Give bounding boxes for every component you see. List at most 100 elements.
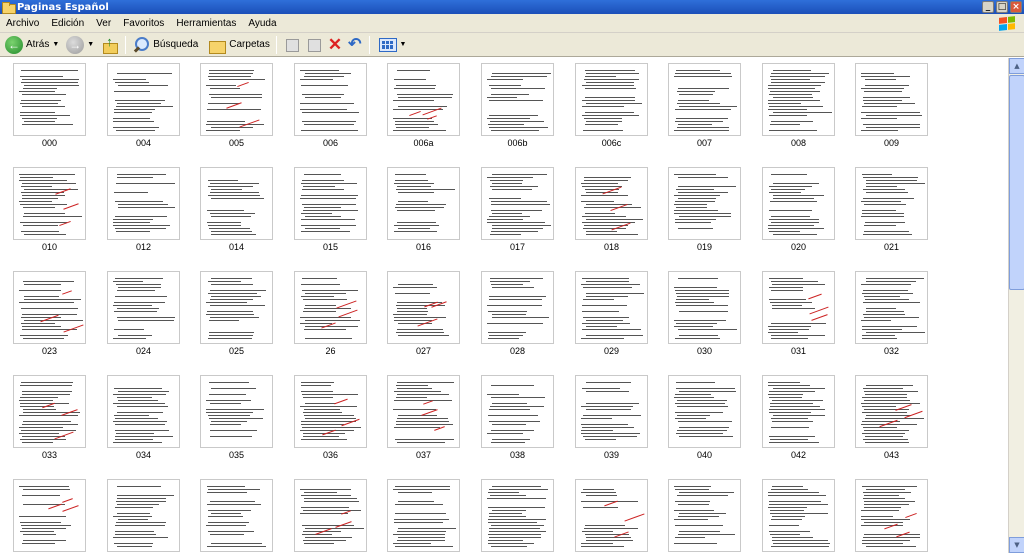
- file-thumbnail[interactable]: 26: [294, 271, 367, 363]
- file-thumbnail[interactable]: [200, 479, 273, 553]
- page-preview: [668, 271, 741, 344]
- file-thumbnail[interactable]: 014: [200, 167, 273, 259]
- page-preview: [575, 63, 648, 136]
- file-thumbnail[interactable]: 030: [668, 271, 741, 363]
- file-thumbnail[interactable]: 000: [13, 63, 86, 155]
- chevron-down-icon[interactable]: ▼: [400, 41, 407, 48]
- folder-icon: [2, 2, 16, 14]
- file-thumbnail[interactable]: 010: [13, 167, 86, 259]
- menu-archivo[interactable]: Archivo: [0, 18, 45, 29]
- file-thumbnail[interactable]: [481, 479, 554, 553]
- file-thumbnail[interactable]: 018: [575, 167, 648, 259]
- menu-favoritos[interactable]: Favoritos: [117, 18, 170, 29]
- file-thumbnail[interactable]: 043: [855, 375, 928, 467]
- file-thumbnail[interactable]: 035: [200, 375, 273, 467]
- file-thumbnail[interactable]: 024: [107, 271, 180, 363]
- file-thumbnail[interactable]: 016: [387, 167, 460, 259]
- menu-bar: Archivo Edición Ver Favoritos Herramient…: [0, 14, 1024, 33]
- file-thumbnail[interactable]: 012: [107, 167, 180, 259]
- file-thumbnail[interactable]: 006a: [387, 63, 460, 155]
- file-thumbnail[interactable]: [855, 479, 928, 553]
- file-thumbnail[interactable]: 025: [200, 271, 273, 363]
- page-preview: [294, 271, 367, 344]
- file-name: 023: [41, 346, 58, 356]
- toolbar-separator: [275, 35, 277, 54]
- move-to-icon[interactable]: [284, 37, 300, 53]
- page-preview: [13, 167, 86, 240]
- file-thumbnail[interactable]: [387, 479, 460, 553]
- file-thumbnail[interactable]: 032: [855, 271, 928, 363]
- window-title: Paginas Español: [17, 1, 109, 13]
- views-button[interactable]: ▼: [374, 34, 412, 56]
- file-thumbnail[interactable]: 004: [107, 63, 180, 155]
- file-thumbnail[interactable]: 006c: [575, 63, 648, 155]
- undo-icon[interactable]: ↶: [348, 36, 361, 53]
- page-preview: [200, 375, 273, 448]
- close-button[interactable]: ×: [1010, 1, 1022, 13]
- file-thumbnail[interactable]: 020: [762, 167, 835, 259]
- file-thumbnail[interactable]: 006: [294, 63, 367, 155]
- file-thumbnail[interactable]: 015: [294, 167, 367, 259]
- chevron-down-icon[interactable]: ▼: [52, 41, 59, 48]
- file-thumbnail[interactable]: 005: [200, 63, 273, 155]
- forward-button[interactable]: → ▼: [64, 34, 99, 56]
- page-preview: [762, 167, 835, 240]
- vertical-scrollbar[interactable]: ▲ ▼: [1008, 58, 1024, 553]
- delete-icon[interactable]: ✕: [328, 36, 342, 53]
- file-thumbnail[interactable]: 040: [668, 375, 741, 467]
- page-preview: [107, 479, 180, 552]
- page-preview: [575, 271, 648, 344]
- file-thumbnail[interactable]: 017: [481, 167, 554, 259]
- folders-button[interactable]: Carpetas: [206, 34, 272, 56]
- file-thumbnail[interactable]: 042: [762, 375, 835, 467]
- page-preview: [481, 167, 554, 240]
- menu-ayuda[interactable]: Ayuda: [242, 18, 282, 29]
- maximize-button[interactable]: □: [996, 1, 1008, 13]
- scroll-down-button[interactable]: ▼: [1009, 537, 1024, 553]
- file-thumbnail[interactable]: 027: [387, 271, 460, 363]
- file-thumbnail[interactable]: 007: [668, 63, 741, 155]
- copy-to-icon[interactable]: [306, 37, 322, 53]
- file-name: 021: [883, 242, 900, 252]
- file-thumbnail[interactable]: 031: [762, 271, 835, 363]
- file-thumbnail[interactable]: 006b: [481, 63, 554, 155]
- file-thumbnail[interactable]: [575, 479, 648, 553]
- page-preview: [294, 63, 367, 136]
- scroll-thumb[interactable]: [1009, 75, 1024, 290]
- file-thumbnail[interactable]: 029: [575, 271, 648, 363]
- file-thumbnail[interactable]: 038: [481, 375, 554, 467]
- page-preview: [387, 271, 460, 344]
- file-thumbnail[interactable]: 023: [13, 271, 86, 363]
- file-thumbnail[interactable]: [294, 479, 367, 553]
- menu-herramientas[interactable]: Herramientas: [170, 18, 242, 29]
- file-thumbnail[interactable]: 036: [294, 375, 367, 467]
- file-thumbnail[interactable]: 009: [855, 63, 928, 155]
- file-thumbnail[interactable]: 019: [668, 167, 741, 259]
- file-name: 007: [696, 138, 713, 148]
- menu-ver[interactable]: Ver: [90, 18, 117, 29]
- scroll-up-button[interactable]: ▲: [1009, 58, 1024, 74]
- file-thumbnail[interactable]: 039: [575, 375, 648, 467]
- back-button[interactable]: ← Atrás ▼: [0, 34, 64, 56]
- chevron-down-icon[interactable]: ▼: [87, 41, 94, 48]
- up-folder-button[interactable]: [99, 34, 121, 56]
- file-thumbnail[interactable]: 037: [387, 375, 460, 467]
- file-thumbnail[interactable]: 028: [481, 271, 554, 363]
- file-name: 027: [415, 346, 432, 356]
- file-thumbnail[interactable]: [13, 479, 86, 553]
- file-thumbnail[interactable]: 033: [13, 375, 86, 467]
- file-thumbnail[interactable]: [107, 479, 180, 553]
- file-thumbnail[interactable]: [762, 479, 835, 553]
- menu-edicion[interactable]: Edición: [45, 18, 90, 29]
- page-preview: [13, 375, 86, 448]
- minimize-button[interactable]: _: [982, 1, 994, 13]
- file-thumbnail[interactable]: 008: [762, 63, 835, 155]
- file-thumbnail[interactable]: 021: [855, 167, 928, 259]
- file-name: 016: [415, 242, 432, 252]
- file-name: 012: [135, 242, 152, 252]
- file-thumbnail[interactable]: 034: [107, 375, 180, 467]
- search-button[interactable]: Búsqueda: [130, 34, 200, 56]
- file-name: 020: [790, 242, 807, 252]
- file-thumbnail[interactable]: [668, 479, 741, 553]
- page-preview: [13, 271, 86, 344]
